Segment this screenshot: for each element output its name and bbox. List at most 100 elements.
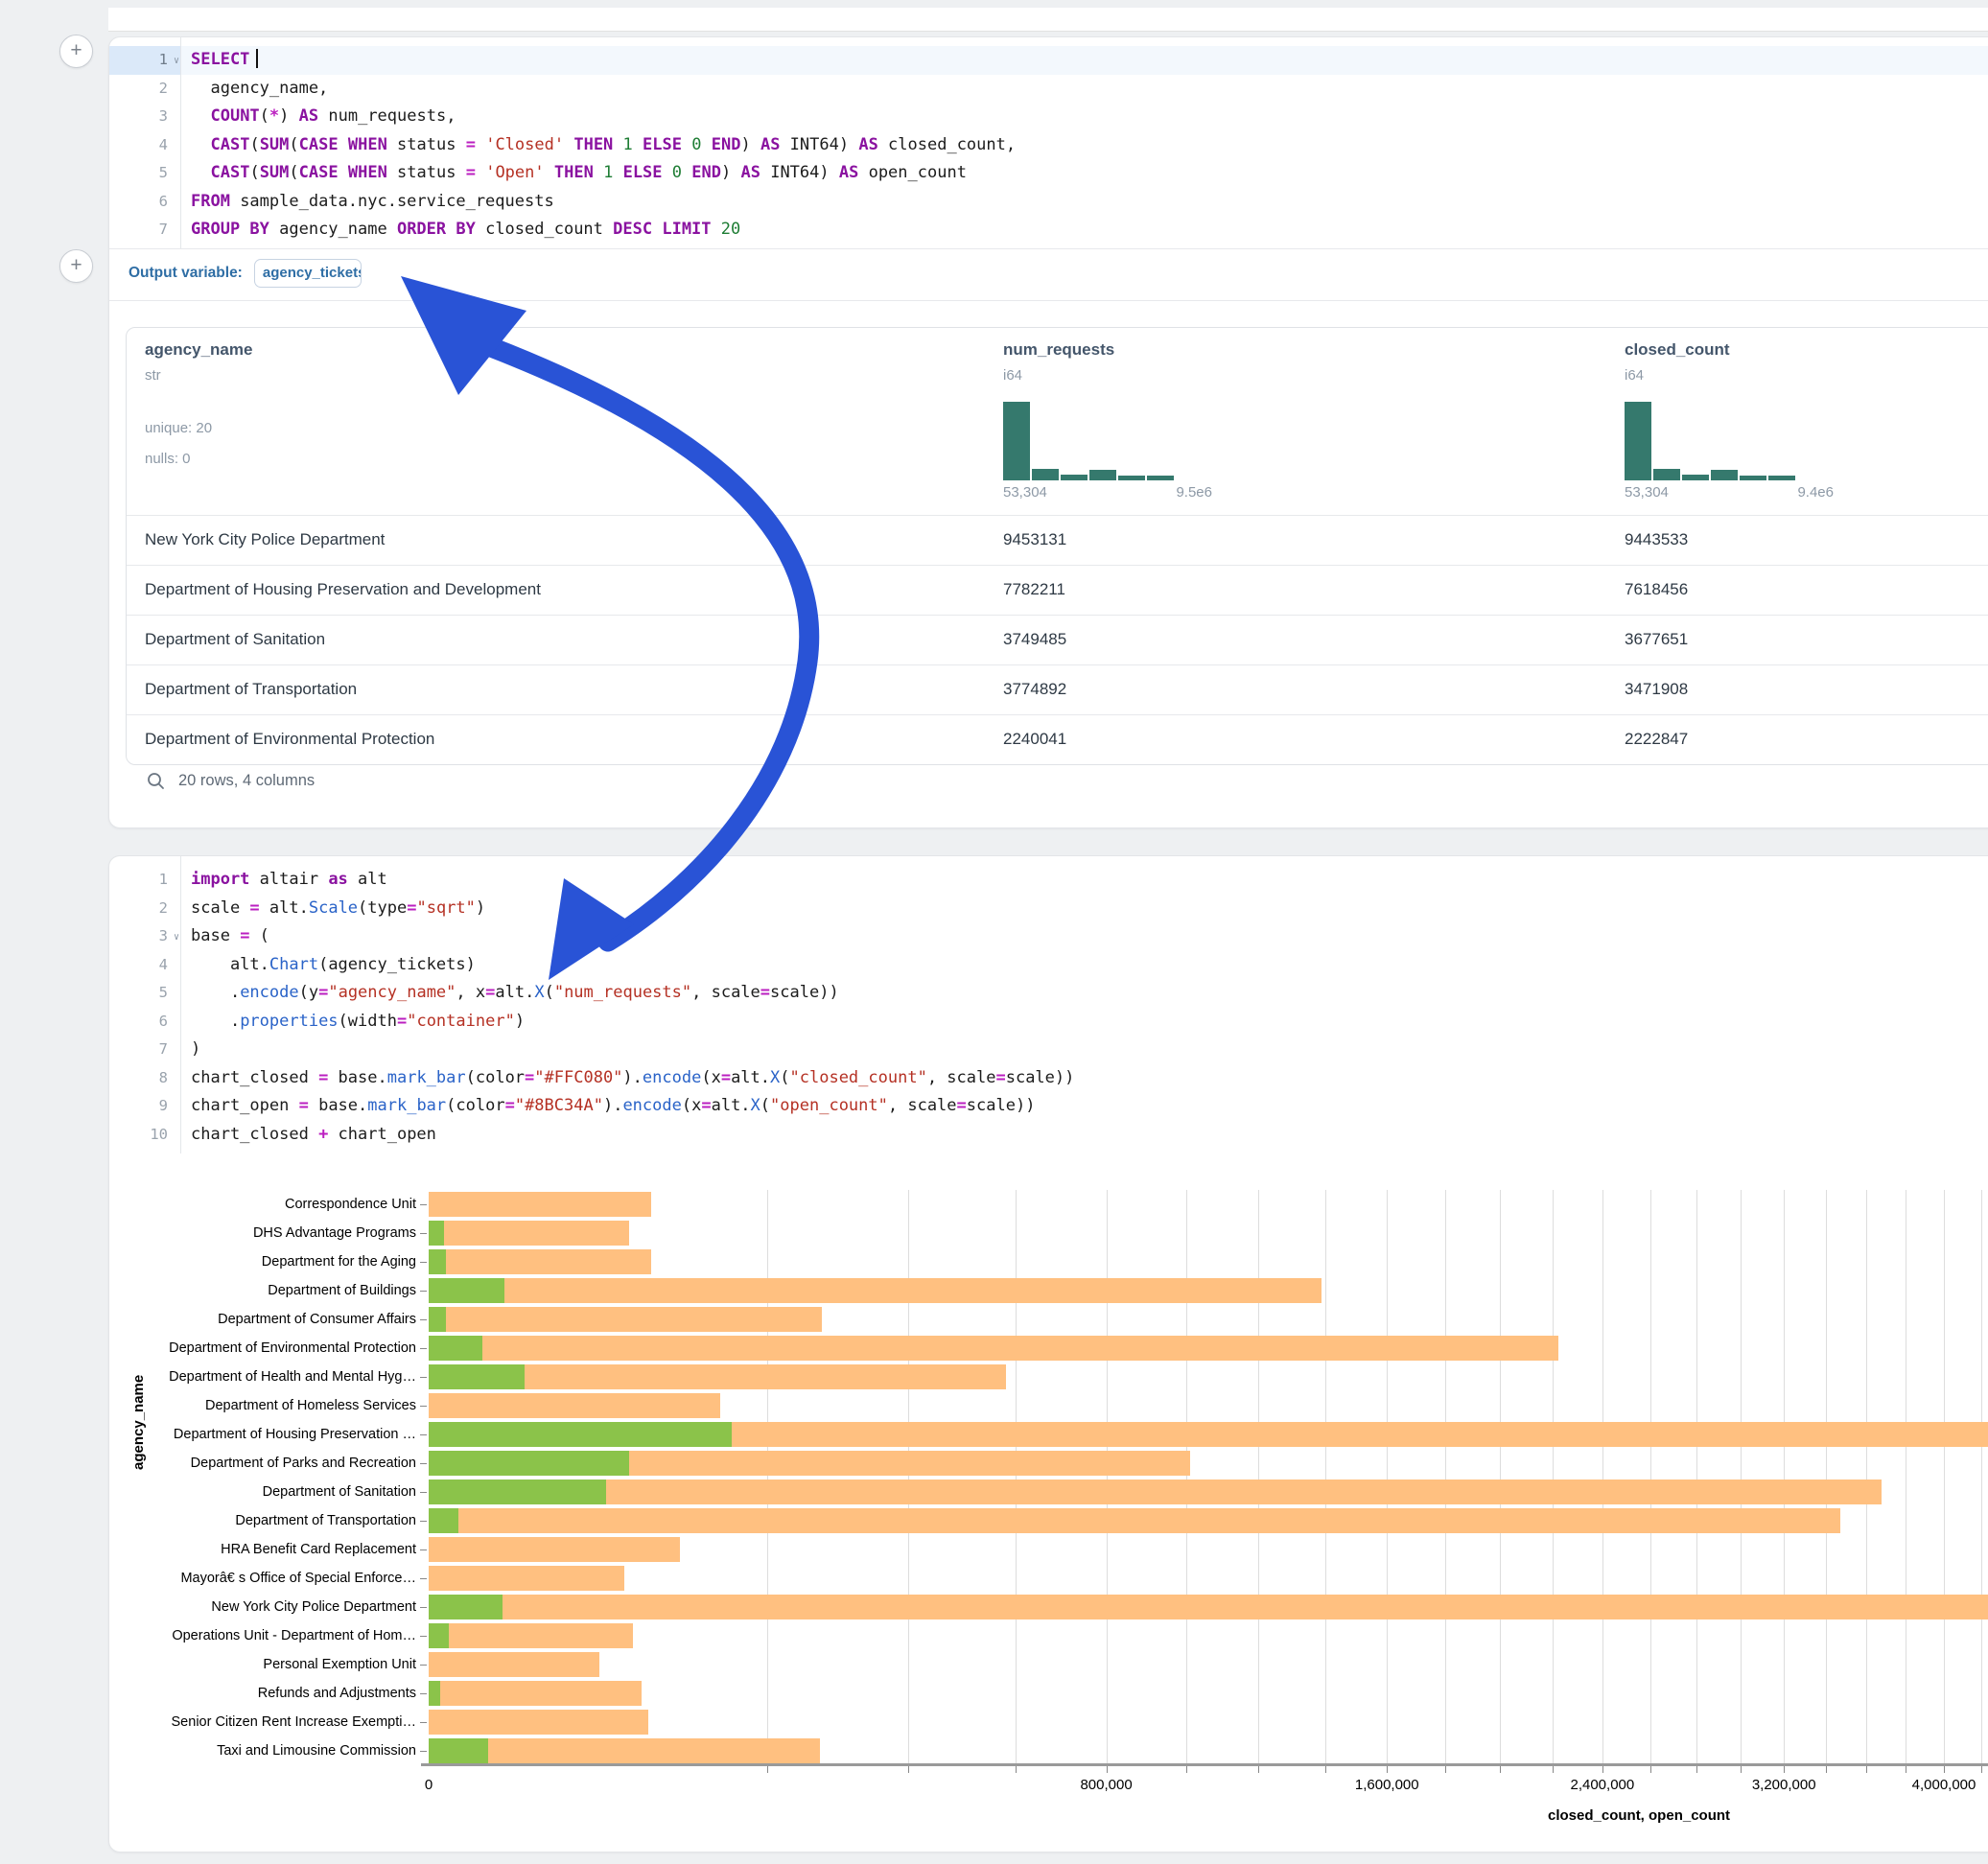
y-axis-title: agency_name <box>130 1375 147 1470</box>
x-axis-tick-label: 2,400,000 <box>1545 1777 1660 1793</box>
table-cell: Department of Transportation <box>145 680 357 699</box>
gridline <box>767 1190 768 1765</box>
x-minor-tick <box>1650 1766 1651 1773</box>
fold-chevron-icon[interactable]: ∨ <box>174 47 179 76</box>
code-line[interactable]: 8chart_closed = base.mark_bar(color="#FF… <box>109 1064 1988 1093</box>
search-icon[interactable] <box>147 772 165 790</box>
column-name: agency_name <box>145 340 252 360</box>
histogram-bar <box>1682 475 1709 480</box>
column-stat: unique: 20 <box>145 420 212 436</box>
x-minor-tick <box>1784 1766 1785 1773</box>
gutter-divider <box>180 37 181 248</box>
histogram-bar <box>1653 469 1680 480</box>
y-tick <box>420 1578 427 1579</box>
x-minor-tick <box>1866 1766 1867 1773</box>
histogram-bar <box>1740 476 1766 480</box>
code-line[interactable]: 2scale = alt.Scale(type="sqrt") <box>109 895 1988 923</box>
column-histogram <box>1003 398 1178 480</box>
table-cell: 3471908 <box>1625 680 1688 699</box>
output-variable-label: Output variable: <box>129 265 243 282</box>
column-header[interactable]: closed_counti6453,3049.4e6 <box>1625 328 1845 515</box>
python-code-editor[interactable]: 1import altair as alt2scale = alt.Scale(… <box>109 866 1988 1149</box>
altair-bar-chart: Correspondence UnitDHS Advantage Program… <box>109 1182 1988 1834</box>
gridline <box>1016 1190 1017 1765</box>
line-number: 6 <box>109 188 180 217</box>
x-axis-title: closed_count, open_count <box>1548 1807 1730 1824</box>
closed-count-bar <box>429 1623 633 1648</box>
line-number: 2 <box>109 75 180 104</box>
code-text: GROUP BY agency_name ORDER BY closed_cou… <box>191 216 740 245</box>
table-row[interactable]: Department of Sanitation37494853677651 <box>127 615 1988 664</box>
add-cell-button[interactable]: + <box>59 35 93 68</box>
code-line[interactable]: 1∨SELECT <box>109 46 1988 75</box>
code-line[interactable]: 4 CAST(SUM(CASE WHEN status = 'Closed' T… <box>109 131 1988 160</box>
output-variable-pill[interactable]: agency_tickets <box>254 259 362 288</box>
line-number: 3 <box>109 103 180 131</box>
x-minor-tick <box>1325 1766 1326 1773</box>
code-line[interactable]: 7) <box>109 1036 1988 1064</box>
x-minor-tick <box>1387 1766 1388 1773</box>
y-tick <box>420 1233 427 1234</box>
table-row[interactable]: Department of Environmental Protection22… <box>127 714 1988 764</box>
code-line[interactable]: 4 alt.Chart(agency_tickets) <box>109 951 1988 980</box>
closed-count-bar <box>429 1480 1882 1504</box>
y-axis-label: DHS Advantage Programs <box>109 1219 416 1247</box>
code-text: .properties(width="container") <box>191 1008 525 1037</box>
code-line[interactable]: 6FROM sample_data.nyc.service_requests <box>109 188 1988 217</box>
open-count-bar <box>429 1364 525 1389</box>
table-row[interactable]: Department of Transportation377489234719… <box>127 664 1988 714</box>
code-line[interactable]: 10chart_closed + chart_open <box>109 1121 1988 1150</box>
sql-code-editor[interactable]: 1∨SELECT2 agency_name,3 COUNT(*) AS num_… <box>109 46 1988 245</box>
line-number: 8 <box>109 1064 180 1093</box>
code-text: chart_open = base.mark_bar(color="#8BC34… <box>191 1092 1035 1121</box>
closed-count-bar <box>429 1393 720 1418</box>
y-tick <box>420 1348 427 1349</box>
y-tick <box>420 1751 427 1752</box>
column-name: closed_count <box>1625 340 1730 360</box>
table-cell: 2222847 <box>1625 730 1688 749</box>
code-line[interactable]: 3 COUNT(*) AS num_requests, <box>109 103 1988 131</box>
table-cell: 3677651 <box>1625 630 1688 649</box>
code-line[interactable]: 2 agency_name, <box>109 75 1988 104</box>
code-text: base = ( <box>191 922 269 951</box>
table-cell: 7618456 <box>1625 580 1688 599</box>
code-line[interactable]: 6 .properties(width="container") <box>109 1008 1988 1037</box>
y-axis-label: Refunds and Adjustments <box>109 1679 416 1708</box>
line-number: 6 <box>109 1008 180 1037</box>
gridline <box>1944 1190 1945 1765</box>
gridline <box>1981 1190 1982 1765</box>
closed-count-bar <box>429 1681 642 1706</box>
y-tick <box>420 1521 427 1522</box>
add-cell-button[interactable]: + <box>59 249 93 283</box>
x-minor-tick <box>1186 1766 1187 1773</box>
table-row[interactable]: Department of Housing Preservation and D… <box>127 565 1988 615</box>
y-tick <box>420 1636 427 1637</box>
code-line[interactable]: 3∨base = ( <box>109 922 1988 951</box>
gridline <box>1826 1190 1827 1765</box>
code-line[interactable]: 5 .encode(y="agency_name", x=alt.X("num_… <box>109 979 1988 1008</box>
code-line[interactable]: 5 CAST(SUM(CASE WHEN status = 'Open' THE… <box>109 159 1988 188</box>
line-number: 5 <box>109 979 180 1008</box>
y-axis-label: Department of Transportation <box>109 1506 416 1535</box>
y-axis-label: Department of Health and Mental Hyg… <box>109 1363 416 1391</box>
column-header[interactable]: agency_namestrunique: 20nulls: 0 <box>145 328 365 515</box>
code-line[interactable]: 9 chart_open = base.mark_bar(color="#8BC3… <box>109 1092 1988 1121</box>
column-name: num_requests <box>1003 340 1114 360</box>
closed-count-bar <box>429 1278 1321 1303</box>
line-number: 9 <box>109 1092 180 1121</box>
y-axis-label: Department for the Aging <box>109 1247 416 1276</box>
code-text: ) <box>191 1036 200 1064</box>
code-line[interactable]: 7GROUP BY agency_name ORDER BY closed_co… <box>109 216 1988 245</box>
x-minor-tick <box>1741 1766 1742 1773</box>
code-line[interactable]: 1import altair as alt <box>109 866 1988 895</box>
histogram-bar <box>1118 476 1145 480</box>
chart-plot-area <box>429 1190 1988 1765</box>
code-text: agency_name, <box>191 75 328 104</box>
table-cell: New York City Police Department <box>145 530 385 549</box>
fold-chevron-icon[interactable]: ∨ <box>174 923 179 952</box>
column-header[interactable]: num_requestsi6453,3049.5e6 <box>1003 328 1224 515</box>
column-type: i64 <box>1625 367 1644 384</box>
table-row[interactable]: New York City Police Department945313194… <box>127 515 1988 565</box>
x-minor-tick <box>1107 1766 1108 1773</box>
table-cell: 7782211 <box>1003 580 1065 599</box>
